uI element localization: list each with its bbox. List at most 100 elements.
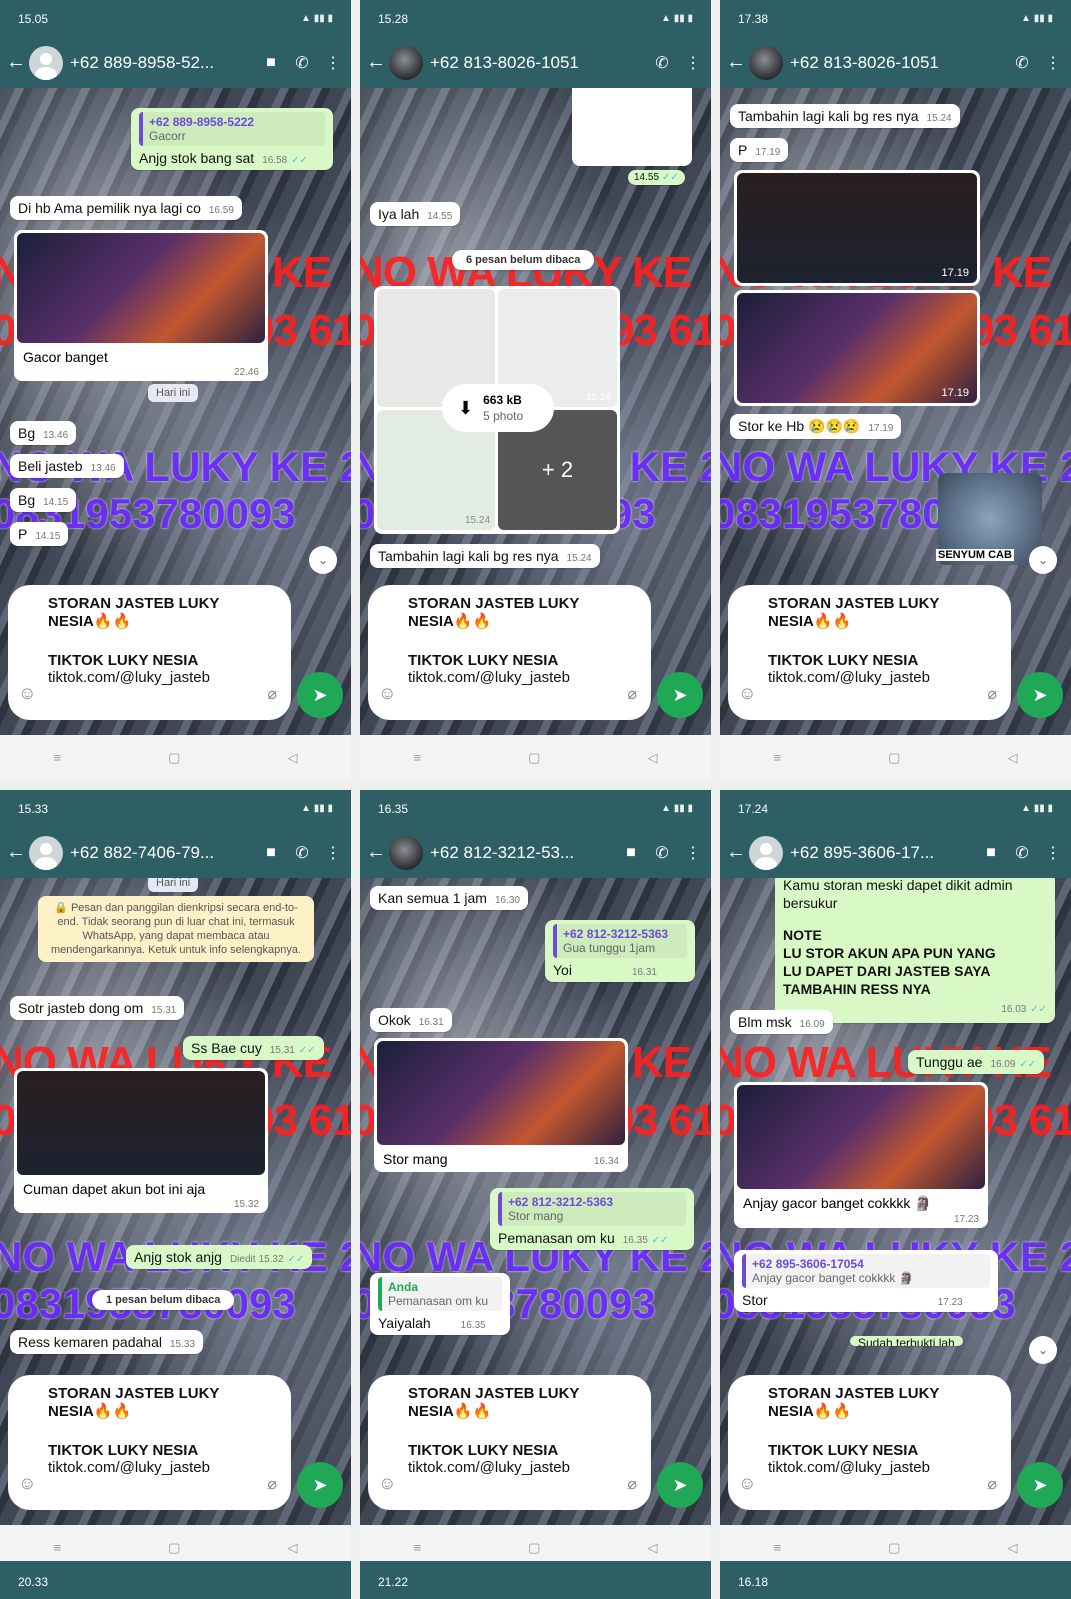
image-message[interactable]: Cuman dapet akun bot ini aja 15.32 [14, 1068, 268, 1213]
back-icon[interactable]: ◁ [287, 750, 297, 766]
menu-icon[interactable]: ≡ [54, 750, 62, 765]
message-bubble-in[interactable]: Stor ke Hb 😢😢😢 17.19 [730, 414, 902, 439]
emoji-icon[interactable]: ☺ [378, 1473, 396, 1494]
message-input[interactable]: STORAN JASTEB LUKY NESIA🔥🔥 TIKTOK LUKY N… [368, 585, 651, 720]
send-button[interactable]: ➤ [1017, 1462, 1063, 1508]
menu-icon[interactable]: ≡ [774, 750, 782, 765]
contact-name[interactable]: +62 813-8026-1051 [430, 53, 643, 73]
menu-icon[interactable]: ≡ [774, 1540, 782, 1555]
image-message[interactable]: 17.19 [734, 290, 980, 406]
message-bubble-in[interactable]: Beli jasteb 13.46 [10, 454, 124, 478]
sticker-message[interactable] [572, 88, 692, 166]
send-button[interactable]: ➤ [297, 1462, 343, 1508]
more-menu-icon[interactable]: ⋮ [681, 843, 705, 863]
game-screenshot[interactable] [17, 233, 265, 343]
message-bubble-in[interactable]: Tambahin lagi kali bg res nya 15.24 [730, 104, 960, 128]
home-icon[interactable]: ▢ [528, 1540, 540, 1556]
send-button[interactable]: ➤ [1017, 672, 1063, 718]
avatar[interactable] [749, 45, 783, 80]
avatar[interactable] [389, 45, 423, 80]
menu-icon[interactable]: ≡ [414, 1540, 422, 1555]
message-bubble-in[interactable]: P 14.15 [10, 522, 69, 546]
message-bubble-in[interactable]: Di hb Ama pemilik nya lagi co 16.59 [10, 196, 242, 220]
message-bubble-in[interactable]: Tambahin lagi kali bg res nya 15.24 [370, 544, 600, 568]
message-bubble-in[interactable]: Anda Pemanasan om ku Yaiyalah 16.35 [370, 1273, 510, 1335]
contact-name[interactable]: +62 813-8026-1051 [790, 53, 1003, 73]
attach-icon[interactable]: ⌀ [987, 684, 997, 704]
back-arrow-icon[interactable]: ← [366, 51, 386, 74]
contact-name[interactable]: +62 812-3212-53... [430, 843, 612, 863]
video-call-icon[interactable]: ■ [259, 54, 283, 72]
game-screenshot[interactable] [737, 1085, 985, 1189]
emoji-icon[interactable]: ☺ [738, 683, 756, 704]
scroll-down-icon[interactable]: ⌄ [1029, 546, 1057, 574]
message-bubble-in[interactable]: Okok 16.31 [370, 1008, 452, 1032]
message-input[interactable]: STORAN JASTEB LUKY NESIA🔥🔥 TIKTOK LUKY N… [8, 585, 291, 720]
image-message[interactable]: Anjay gacor banget cokkkk 🗿 17.23 [734, 1082, 988, 1228]
message-bubble-in[interactable]: Kan semua 1 jam 16.30 [370, 886, 528, 910]
add-call-icon[interactable]: ✆ [1010, 53, 1034, 73]
back-icon[interactable]: ◁ [1007, 1540, 1017, 1556]
back-arrow-icon[interactable]: ← [6, 841, 26, 864]
video-call-icon[interactable]: ■ [619, 844, 643, 862]
more-menu-icon[interactable]: ⋮ [681, 53, 705, 73]
attach-icon[interactable]: ⌀ [627, 1474, 637, 1494]
message-input[interactable]: STORAN JASTEB LUKY NESIA🔥🔥 TIKTOK LUKY N… [8, 1375, 291, 1510]
message-bubble-in[interactable]: Bg 14.15 [10, 488, 77, 512]
game-screenshot[interactable] [17, 1071, 265, 1175]
message-input[interactable]: STORAN JASTEB LUKY NESIA🔥🔥 TIKTOK LUKY N… [728, 585, 1011, 720]
more-menu-icon[interactable]: ⋮ [1041, 843, 1065, 863]
contact-name[interactable]: +62 889-8958-52... [70, 53, 252, 73]
message-bubble-out[interactable]: Tunggu ae 16.09 ✓✓ [908, 1050, 1045, 1074]
emoji-icon[interactable]: ☺ [738, 1473, 756, 1494]
home-icon[interactable]: ▢ [888, 750, 900, 766]
message-bubble-out[interactable]: +62 889-8958-5222 Gacorr Anjg stok bang s… [131, 108, 333, 170]
image-message[interactable]: Stor mang 16.34 [374, 1038, 628, 1172]
download-button[interactable]: ⬇ 663 kB 5 photo [442, 384, 554, 432]
encryption-notice[interactable]: 🔒 Pesan dan panggilan dienkripsi secara … [38, 896, 314, 962]
menu-icon[interactable]: ≡ [414, 750, 422, 765]
back-icon[interactable]: ◁ [287, 1540, 297, 1556]
back-icon[interactable]: ◁ [1007, 750, 1017, 766]
game-screenshot[interactable]: 17.19 [737, 293, 977, 403]
photo-album[interactable]: 15.24 15.24 + 2 ⬇ 663 kB 5 photo [374, 286, 620, 534]
quoted-message[interactable]: Anda Pemanasan om ku [378, 1277, 502, 1311]
send-button[interactable]: ➤ [657, 672, 703, 718]
message-bubble-out[interactable]: +62 812-3212-5363 Gua tunggu 1jam Yoi 16.3… [545, 920, 695, 982]
game-screenshot[interactable] [377, 1041, 625, 1145]
contact-name[interactable]: +62 882-7406-79... [70, 843, 252, 863]
back-arrow-icon[interactable]: ← [366, 841, 386, 864]
back-icon[interactable]: ◁ [647, 750, 657, 766]
back-arrow-icon[interactable]: ← [726, 51, 746, 74]
more-menu-icon[interactable]: ⋮ [321, 843, 345, 863]
scroll-down-icon[interactable]: ⌄ [309, 546, 337, 574]
phone-icon[interactable]: ✆ [1010, 843, 1034, 863]
attach-icon[interactable]: ⌀ [267, 1474, 277, 1494]
avatar[interactable] [29, 835, 63, 870]
phone-icon[interactable]: ✆ [290, 843, 314, 863]
message-bubble-out[interactable]: +62 812-3212-5363 Stor mang Pemanasan om … [490, 1188, 694, 1250]
message-bubble-in[interactable]: Bg 13.46 [10, 421, 77, 445]
message-bubble-in[interactable]: P 17.19 [730, 138, 789, 162]
send-button[interactable]: ➤ [297, 672, 343, 718]
more-menu-icon[interactable]: ⋮ [1041, 53, 1065, 73]
message-bubble-out[interactable]: Ss Bae cuy 15.31 ✓✓ [183, 1036, 324, 1060]
game-screenshot[interactable]: 17.19 [737, 173, 977, 283]
message-bubble-in[interactable]: Iya lah 14.55 [370, 202, 461, 226]
emoji-icon[interactable]: ☺ [18, 683, 36, 704]
avatar[interactable] [389, 835, 423, 870]
avatar[interactable] [29, 45, 63, 80]
message-bubble-in[interactable]: Sotr jasteb dong om 15.31 [10, 996, 185, 1020]
add-call-icon[interactable]: ✆ [650, 53, 674, 73]
emoji-icon[interactable]: ☺ [378, 683, 396, 704]
back-arrow-icon[interactable]: ← [726, 841, 746, 864]
more-menu-icon[interactable]: ⋮ [321, 53, 345, 73]
attach-icon[interactable]: ⌀ [987, 1474, 997, 1494]
emoji-icon[interactable]: ☺ [18, 1473, 36, 1494]
image-message[interactable]: Gacor banget 22.46 [14, 230, 268, 381]
message-input[interactable]: STORAN JASTEB LUKY NESIA🔥🔥 TIKTOK LUKY N… [728, 1375, 1011, 1510]
attach-icon[interactable]: ⌀ [627, 684, 637, 704]
scroll-down-icon[interactable]: ⌄ [1029, 1336, 1057, 1364]
sticker-message[interactable]: SENYUM CAB [936, 473, 1042, 565]
message-bubble-out[interactable]: Anjg stok anjg Diedit 15.32 ✓✓ [126, 1245, 313, 1269]
